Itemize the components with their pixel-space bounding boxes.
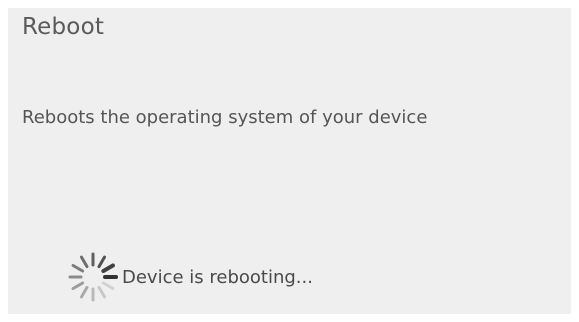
reboot-status: Device is rebooting... bbox=[66, 250, 313, 304]
spinner-spoke bbox=[101, 263, 115, 273]
reboot-panel: Reboot Reboots the operating system of y… bbox=[8, 8, 571, 314]
panel-title: Reboot bbox=[22, 14, 105, 40]
spinner-spoke bbox=[71, 264, 85, 273]
spinner-spoke bbox=[101, 281, 115, 290]
spinner-spoke bbox=[80, 255, 89, 269]
spinner-spoke bbox=[71, 281, 85, 290]
spinner-spoke bbox=[97, 285, 106, 299]
status-text: Device is rebooting... bbox=[122, 266, 313, 288]
loading-spinner-icon bbox=[68, 252, 118, 302]
spinner-spoke bbox=[80, 285, 89, 299]
panel-description: Reboots the operating system of your dev… bbox=[22, 107, 428, 128]
spinner-spoke bbox=[97, 255, 106, 269]
